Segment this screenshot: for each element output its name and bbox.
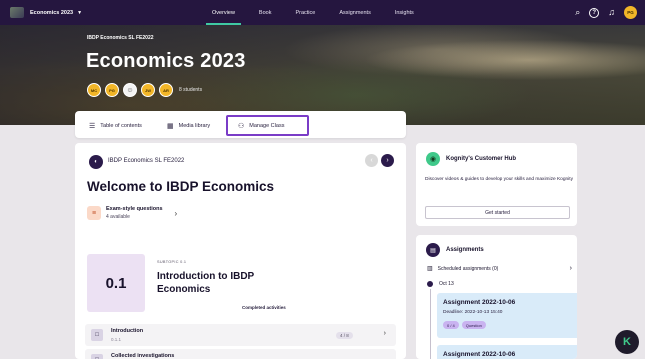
person-icon[interactable]: ☺ [123,83,137,97]
bell-icon[interactable]: ♫ [608,8,615,17]
tab-manage-class[interactable]: ⚇ Manage Class [226,115,309,136]
caret-down-icon: ▼ [77,9,83,16]
assignments-icon: ▤ [426,243,440,257]
user-avatar[interactable]: PG [624,6,637,19]
class-name: Economics 2023 [30,9,74,16]
subtopic-title[interactable]: Introduction to IBDP Economics [157,270,297,296]
chevron-right-icon[interactable]: › [381,154,394,167]
questions-icon: ≡ [87,206,101,220]
page-title: Economics 2023 [86,50,246,72]
course-icon: ◐ [89,155,103,169]
completion-count: 4 / 8 [336,332,353,339]
subtopic-label: SUBTOPIC 0.1 [157,260,187,264]
nav-insights[interactable]: Insights [383,0,426,25]
help-icon[interactable]: ? [589,7,600,18]
course-overview-card: ◐ IBDP Economics SL FE2022 ‹ › Welcome t… [75,143,406,359]
class-tabs: ☰ Table of contents ▦ Media library ⚇ Ma… [75,111,406,138]
member-avatar[interactable]: AR [159,83,173,97]
chevron-left-icon[interactable]: ‹ [365,154,378,167]
kognity-chat-button[interactable]: K [615,330,639,354]
nav-assignments[interactable]: Assignments [327,0,383,25]
main-nav: Overview Book Practice Assignments Insig… [200,0,426,25]
progress-tag: 0 / 4 [443,321,459,329]
chevron-right-icon: › [174,208,178,218]
chevron-right-icon: › [569,265,572,272]
assignment-item[interactable]: Assignment 2022-10-06 [437,345,577,359]
timeline-date: Oct 13 [427,281,454,287]
media-icon: ▦ [167,122,174,130]
tab-media-library[interactable]: ▦ Media library [167,115,210,136]
section-icon: □ [91,354,103,359]
list-icon: ☰ [89,122,96,130]
customer-hub-card: ◉ Kognity's Customer Hub Discover videos… [416,143,577,226]
assignments-title: Assignments [446,247,484,253]
completed-activities-label: Completed activities [242,305,286,310]
top-icons: ⌕ ? ♫ PG [575,0,637,25]
list-item[interactable]: □ Introduction 0.1.1 4 / 8 › [85,324,396,346]
deadline-text: Deadline: 2022-10-13 15:40 [443,310,503,315]
chevron-right-icon: › [383,330,386,337]
scheduled-assignments-link[interactable]: ▥ Scheduled assignments (0) › [427,265,572,272]
nav-practice[interactable]: Practice [283,0,327,25]
class-thumbnail [10,7,24,18]
nav-overview[interactable]: Overview [200,0,247,25]
question-tag: Question [461,321,486,329]
tab-table-of-contents[interactable]: ☰ Table of contents [89,115,142,136]
people-icon: ⚇ [238,122,245,130]
class-hero-banner: IBDP Economics SL FE2022 Economics 2023 … [0,25,645,125]
section-icon: □ [91,329,103,341]
welcome-heading: Welcome to IBDP Economics [87,179,275,194]
top-nav: Economics 2023 ▼ Overview Book Practice … [0,0,645,25]
assignments-card: ▤ Assignments ▥ Scheduled assignments (0… [416,235,577,359]
calendar-icon: ▥ [427,266,433,272]
hub-description: Discover videos & guides to develop your… [425,177,573,182]
member-count: 8 students [179,87,203,93]
hub-title: Kognity's Customer Hub [446,156,517,162]
pager: ‹ › [365,154,394,167]
nav-book[interactable]: Book [247,0,284,25]
exam-style-questions-link[interactable]: ≡ Exam-style questions 4 available › [87,206,177,220]
member-avatar[interactable]: PG [105,83,119,97]
hub-icon: ◉ [426,152,440,166]
search-icon[interactable]: ⌕ [575,8,580,17]
member-avatar[interactable]: JW [141,83,155,97]
section-list: □ Introduction 0.1.1 4 / 8 › □ Collected… [85,324,396,359]
timeline-line [429,289,431,359]
member-list: MC PG ☺ JW AR 8 students [87,83,202,97]
list-item[interactable]: □ Collected investigations [85,349,396,359]
class-switcher[interactable]: Economics 2023 ▼ [10,7,82,18]
member-avatar[interactable]: MC [87,83,101,97]
course-code: IBDP Economics SL FE2022 [108,158,185,164]
assignment-item[interactable]: Assignment 2022-10-06 Deadline: 2022-10-… [437,293,577,338]
get-started-button[interactable]: Get started [425,206,570,219]
hero-subtitle: IBDP Economics SL FE2022 [87,35,154,41]
subtopic-number-tile[interactable]: 0.1 [87,254,145,312]
